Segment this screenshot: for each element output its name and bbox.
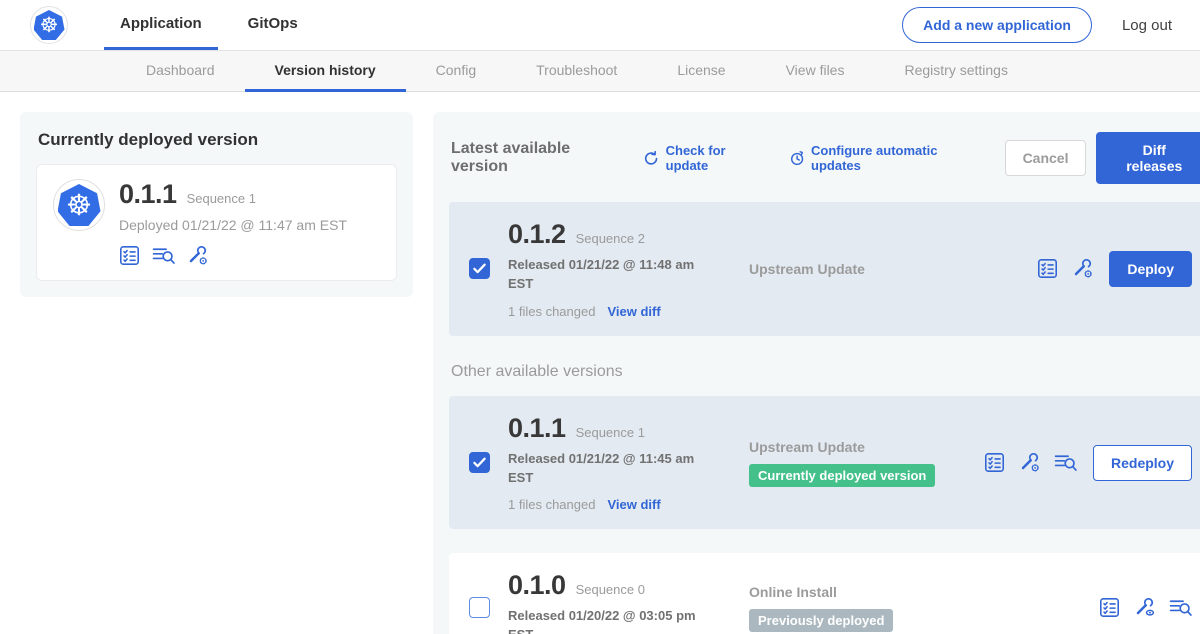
version-source-label: Upstream Update xyxy=(749,439,865,455)
subnav-item-license[interactable]: License xyxy=(647,51,755,92)
view-diff-link[interactable]: View diff xyxy=(607,304,660,319)
latest-available-title: Latest available version xyxy=(451,140,623,176)
version-source-label: Upstream Update xyxy=(749,261,865,277)
release-notes-icon[interactable] xyxy=(1037,258,1058,279)
cancel-button[interactable]: Cancel xyxy=(1005,140,1087,176)
subnav-item-view-files[interactable]: View files xyxy=(756,51,875,92)
config-icon[interactable] xyxy=(187,245,208,266)
preflight-checks-icon[interactable] xyxy=(1054,452,1077,473)
add-new-application-button[interactable]: Add a new application xyxy=(902,7,1092,43)
other-versions-title: Other available versions xyxy=(451,363,1200,381)
released-timestamp: Released 01/21/22 @ 11:45 am EST xyxy=(508,450,704,488)
tab-application[interactable]: Application xyxy=(104,0,218,50)
config-icon[interactable] xyxy=(1019,452,1040,473)
currently-deployed-title: Currently deployed version xyxy=(38,130,397,150)
logout-link[interactable]: Log out xyxy=(1122,17,1172,34)
version-number: 0.1.1 xyxy=(508,413,566,444)
version-checkbox[interactable] xyxy=(469,452,490,473)
config-icon[interactable] xyxy=(1072,258,1093,279)
version-row-0-1-0: 0.1.0 Sequence 0 Released 01/20/22 @ 03:… xyxy=(449,553,1200,634)
redeploy-button[interactable]: Redeploy xyxy=(1093,445,1192,481)
top-tabs: Application GitOps xyxy=(104,0,328,50)
release-notes-icon[interactable] xyxy=(119,245,140,266)
kubernetes-logo-icon: ☸ xyxy=(30,6,68,44)
version-source-label: Online Install xyxy=(749,584,837,600)
tab-gitops[interactable]: GitOps xyxy=(232,0,314,50)
currently-deployed-badge: Currently deployed version xyxy=(749,464,935,487)
refresh-icon xyxy=(643,150,659,167)
available-versions-header: Latest available version Check for updat… xyxy=(451,132,1200,184)
version-checkbox[interactable] xyxy=(469,258,490,279)
app-subnav: Dashboard Version history Config Trouble… xyxy=(0,50,1200,92)
files-changed-label: 1 files changed xyxy=(508,497,595,512)
release-notes-icon[interactable] xyxy=(1099,597,1120,618)
version-row-0-1-2: 0.1.2 Sequence 2 Released 01/21/22 @ 11:… xyxy=(449,202,1200,336)
view-diff-link[interactable]: View diff xyxy=(607,497,660,512)
deployed-timestamp: Deployed 01/21/22 @ 11:47 am EST xyxy=(119,217,347,233)
view-config-icon[interactable] xyxy=(1134,597,1155,618)
subnav-item-troubleshoot[interactable]: Troubleshoot xyxy=(506,51,647,92)
version-history-page: Currently deployed version ☸ 0.1.1 Seque… xyxy=(0,92,1200,634)
deploy-button[interactable]: Deploy xyxy=(1109,251,1192,287)
deployed-version-number: 0.1.1 xyxy=(119,179,177,210)
check-for-update-link[interactable]: Check for update xyxy=(643,143,766,173)
version-row-0-1-1: 0.1.1 Sequence 1 Released 01/21/22 @ 11:… xyxy=(449,396,1200,530)
currently-deployed-panel: Currently deployed version ☸ 0.1.1 Seque… xyxy=(20,112,413,297)
deployed-sequence-label: Sequence 1 xyxy=(187,191,256,206)
version-checkbox[interactable] xyxy=(469,597,490,618)
schedule-update-icon xyxy=(789,150,805,167)
version-number: 0.1.2 xyxy=(508,219,566,250)
previously-deployed-badge: Previously deployed xyxy=(749,609,893,632)
configure-automatic-updates-link[interactable]: Configure automatic updates xyxy=(789,143,983,173)
sequence-label: Sequence 2 xyxy=(576,231,645,246)
subnav-item-version-history[interactable]: Version history xyxy=(245,51,406,92)
files-changed-label: 1 files changed xyxy=(508,304,595,319)
preflight-checks-icon[interactable] xyxy=(152,245,175,266)
top-nav: ☸ Application GitOps Add a new applicati… xyxy=(0,0,1200,50)
subnav-item-config[interactable]: Config xyxy=(406,51,506,92)
diff-releases-button[interactable]: Diff releases xyxy=(1096,132,1200,184)
released-timestamp: Released 01/21/22 @ 11:48 am EST xyxy=(508,256,704,294)
subnav-item-registry-settings[interactable]: Registry settings xyxy=(874,51,1037,92)
subnav-item-dashboard[interactable]: Dashboard xyxy=(116,51,245,92)
deployed-version-card: ☸ 0.1.1 Sequence 1 Deployed 01/21/22 @ 1… xyxy=(36,164,397,281)
sequence-label: Sequence 0 xyxy=(576,582,645,597)
version-number: 0.1.0 xyxy=(508,570,566,601)
released-timestamp: Released 01/20/22 @ 03:05 pm EST xyxy=(508,607,704,634)
preflight-checks-icon[interactable] xyxy=(1169,597,1192,618)
sequence-label: Sequence 1 xyxy=(576,425,645,440)
app-kubernetes-logo-icon: ☸ xyxy=(53,179,105,231)
release-notes-icon[interactable] xyxy=(984,452,1005,473)
available-versions-panel: Latest available version Check for updat… xyxy=(433,112,1200,634)
